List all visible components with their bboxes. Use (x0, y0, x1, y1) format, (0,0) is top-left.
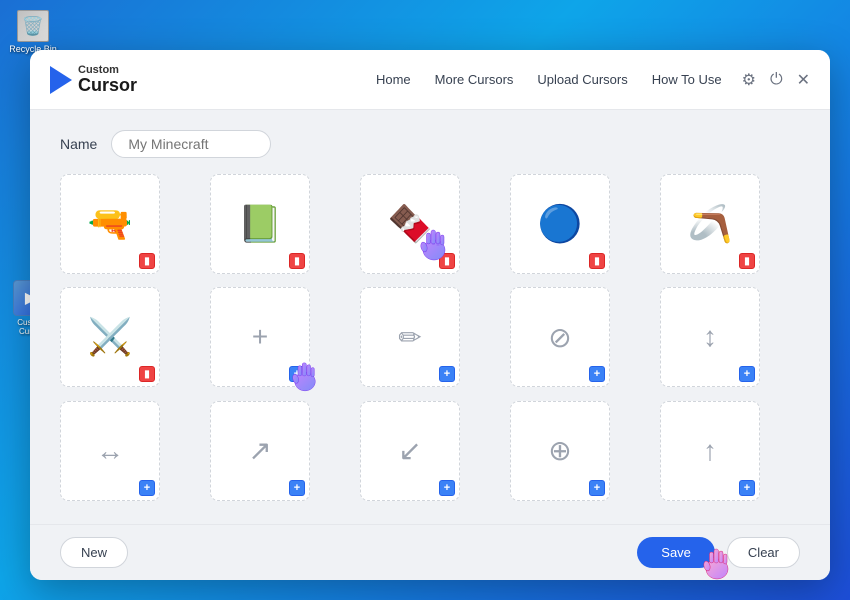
add-diag1-button[interactable]: + (289, 480, 305, 496)
add-resize-h-button[interactable]: + (139, 480, 155, 496)
cursor-cell-chocolate[interactable]: 🍫 ▮ (360, 174, 460, 274)
chocolate-icon: 🍫 (388, 206, 433, 242)
header: Custom Cursor Home More Cursors Upload C… (30, 50, 830, 110)
pencil-icon: ✏ (398, 321, 421, 354)
resize-v-icon: ↕ (703, 321, 717, 353)
cursor-cell-resize-v[interactable]: ↕ + (660, 287, 760, 387)
footer: New Save (30, 524, 830, 580)
logo: Custom Cursor (50, 65, 137, 94)
move-icon: ⊕ (548, 434, 571, 467)
content: Name 🔫 ▮ 📗 ▮ 🍫 ▮ (30, 110, 830, 524)
cursor-cell-compass[interactable]: 🔵 ▮ (510, 174, 610, 274)
logo-text: Custom Cursor (78, 65, 137, 94)
add-plus-button[interactable]: + (289, 366, 305, 382)
header-icons: ⚙ ⏻ ✕ (742, 70, 810, 90)
add-diag2-button[interactable]: + (439, 480, 455, 496)
cursor-cell-gun[interactable]: 🔫 ▮ (60, 174, 160, 274)
add-resize-v-button[interactable]: + (739, 366, 755, 382)
cursor-cell-sword[interactable]: ⚔️ ▮ (60, 287, 160, 387)
settings-icon[interactable]: ⚙ (742, 70, 756, 90)
cursor-cell-resize-h[interactable]: ↔ + (60, 401, 160, 501)
diag1-icon: ↗ (248, 434, 271, 467)
name-row: Name (60, 130, 800, 158)
delete-chocolate-button[interactable]: ▮ (439, 253, 455, 269)
cursor-cell-up[interactable]: ↑ + (660, 401, 760, 501)
name-label: Name (60, 136, 97, 152)
power-icon[interactable]: ⏻ (770, 71, 783, 89)
delete-compass-button[interactable]: ▮ (589, 253, 605, 269)
recycle-bin-icon: 🗑️ (17, 10, 49, 42)
add-pencil-button[interactable]: + (439, 366, 455, 382)
delete-sword-button[interactable]: ▮ (139, 366, 155, 382)
delete-boomerang-button[interactable]: ▮ (739, 253, 755, 269)
up-icon: ↑ (703, 435, 717, 467)
new-button[interactable]: New (60, 537, 128, 568)
footer-right: Save Clear (637, 537, 800, 568)
diag2-icon: ↙ (398, 434, 421, 467)
cursor-cell-diag1[interactable]: ↗ + (210, 401, 310, 501)
cursor-cell-boomerang[interactable]: 🪃 ▮ (660, 174, 760, 274)
plus-icon: + (252, 321, 268, 353)
logo-triangle-icon (50, 66, 72, 94)
cursor-grid: 🔫 ▮ 📗 ▮ 🍫 ▮ (60, 174, 800, 504)
cursor-cell-diag2[interactable]: ↙ + (360, 401, 460, 501)
delete-gun-button[interactable]: ▮ (139, 253, 155, 269)
cursor-cell-pencil[interactable]: ✏ + (360, 287, 460, 387)
book-icon: 📗 (238, 206, 283, 242)
gun-icon: 🔫 (88, 206, 133, 242)
add-up-button[interactable]: + (739, 480, 755, 496)
clear-button[interactable]: Clear (727, 537, 800, 568)
sword-icon: ⚔️ (88, 319, 133, 355)
desktop-icon-recycle[interactable]: 🗑️ Recycle Bin (8, 10, 58, 54)
cursor-cell-no[interactable]: ⊘ + (510, 287, 610, 387)
nav-how-to-use[interactable]: How To Use (652, 72, 722, 87)
no-icon: ⊘ (548, 321, 571, 354)
delete-book-button[interactable]: ▮ (289, 253, 305, 269)
nav: Home More Cursors Upload Cursors How To … (376, 72, 722, 87)
nav-upload-cursors[interactable]: Upload Cursors (537, 72, 627, 87)
app-window: Custom Cursor Home More Cursors Upload C… (30, 50, 830, 580)
boomerang-icon: 🪃 (688, 206, 733, 242)
nav-more-cursors[interactable]: More Cursors (435, 72, 514, 87)
compass-icon: 🔵 (538, 206, 583, 242)
cursor-cell-move[interactable]: ⊕ + (510, 401, 610, 501)
nav-home[interactable]: Home (376, 72, 411, 87)
resize-h-icon: ↔ (96, 435, 124, 467)
close-icon[interactable]: ✕ (797, 70, 810, 90)
cursor-cell-plus[interactable]: + + (210, 287, 310, 387)
logo-cursor-text: Cursor (78, 76, 137, 94)
cursor-cell-book[interactable]: 📗 ▮ (210, 174, 310, 274)
save-button[interactable]: Save (637, 537, 715, 568)
add-no-button[interactable]: + (589, 366, 605, 382)
name-input[interactable] (111, 130, 271, 158)
add-move-button[interactable]: + (589, 480, 605, 496)
